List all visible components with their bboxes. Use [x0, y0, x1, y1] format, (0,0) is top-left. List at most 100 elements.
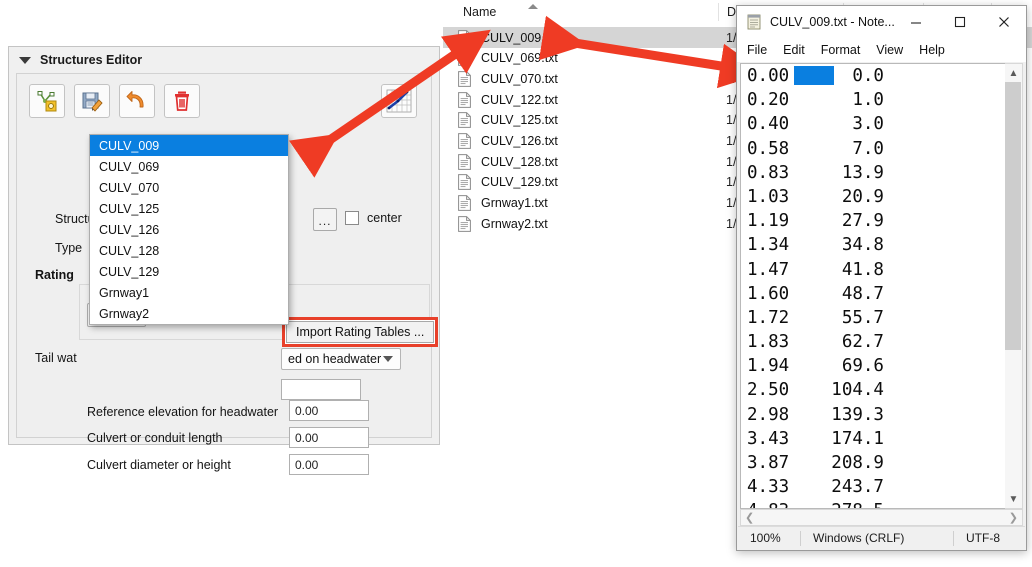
scroll-left-icon[interactable]: ❮ — [745, 511, 754, 524]
structure-network-button[interactable] — [29, 84, 65, 118]
delete-icon — [171, 90, 193, 112]
hidden-field-input[interactable] — [281, 379, 361, 400]
structure-dropdown-list[interactable]: CULV_009CULV_069CULV_070CULV_125CULV_126… — [89, 134, 289, 325]
notepad-text-line: 0.00 0.0 — [741, 64, 1007, 88]
text-file-icon — [458, 112, 471, 128]
minimize-icon — [909, 15, 923, 29]
sort-ascending-icon — [528, 4, 538, 9]
encoding-status[interactable]: UTF-8 — [954, 527, 1000, 549]
notepad-text-line: 1.34 34.8 — [741, 233, 1007, 257]
scroll-right-icon[interactable]: ❯ — [1009, 511, 1018, 524]
notepad-status-bar: 100% Windows (CRLF) UTF-8 — [738, 526, 1025, 549]
line-ending-status[interactable]: Windows (CRLF) — [801, 527, 953, 549]
notepad-menu-file[interactable]: File — [747, 43, 767, 57]
center-checkbox[interactable] — [345, 211, 359, 225]
notepad-titlebar[interactable]: CULV_009.txt - Note... — [737, 6, 1026, 37]
zoom-level[interactable]: 100% — [738, 527, 800, 549]
file-name-label: CULV_009.txt — [481, 31, 558, 45]
notepad-text-area[interactable]: 0.00 0.00.20 1.00.40 3.00.58 7.00.83 13.… — [740, 63, 1007, 509]
file-date-label: 1/ — [726, 217, 736, 231]
file-date-label: 1/ — [726, 175, 736, 189]
tailwater-combo-value: ed on headwater — [288, 352, 381, 366]
notepad-menu-help[interactable]: Help — [919, 43, 945, 57]
notepad-text-line: 0.58 7.0 — [741, 137, 1007, 161]
notepad-horizontal-scrollbar[interactable]: ❮ ❯ — [740, 509, 1023, 526]
delete-button[interactable] — [164, 84, 200, 118]
file-date-label: 1/ — [726, 93, 736, 107]
notepad-text-line: 1.72 55.7 — [741, 306, 1007, 330]
text-file-icon — [458, 154, 471, 170]
save-button[interactable] — [74, 84, 110, 118]
close-button[interactable] — [982, 6, 1026, 37]
notepad-text-line: 2.98 139.3 — [741, 403, 1007, 427]
tailwater-label: Tail wat — [35, 351, 77, 365]
notepad-title-text: CULV_009.txt - Note... — [770, 15, 895, 29]
structure-dropdown-option[interactable]: CULV_128 — [90, 240, 288, 261]
notepad-text-line: 1.19 27.9 — [741, 209, 1007, 233]
notepad-menu-edit[interactable]: Edit — [783, 43, 805, 57]
undo-button[interactable] — [119, 84, 155, 118]
maximize-button[interactable] — [938, 6, 982, 37]
chevron-down-icon — [383, 356, 393, 362]
structure-dropdown-option[interactable]: CULV_009 — [90, 135, 288, 156]
file-date-label: 1/ — [726, 72, 736, 86]
file-date-label: 1/ — [726, 196, 736, 210]
structure-dropdown-option[interactable]: CULV_070 — [90, 177, 288, 198]
center-checkbox-label: center — [367, 211, 402, 225]
file-name-label: CULV_070.txt — [481, 72, 558, 86]
maximize-icon — [953, 15, 967, 29]
notepad-text-line: 1.94 69.6 — [741, 354, 1007, 378]
structure-dropdown-option[interactable]: CULV_126 — [90, 219, 288, 240]
tailwater-combo[interactable]: ed on headwater — [281, 348, 401, 370]
file-name-label: CULV_125.txt — [481, 113, 558, 127]
scroll-down-icon[interactable]: ▼ — [1005, 490, 1022, 508]
notepad-text-line: 4.33 243.7 — [741, 475, 1007, 499]
plot-button[interactable] — [381, 84, 417, 118]
column-divider[interactable] — [718, 3, 719, 21]
screenshot-root: Name Da ified T Si CULV_009.txt1/CULV_06… — [0, 0, 1032, 567]
file-date-label: 1/ — [726, 51, 736, 65]
scrollbar-thumb[interactable] — [1005, 82, 1021, 350]
structure-dropdown-option[interactable]: Grnway1 — [90, 282, 288, 303]
notepad-text-line: 0.20 1.0 — [741, 88, 1007, 112]
notepad-text-line: 0.83 13.9 — [741, 161, 1007, 185]
notepad-menu-view[interactable]: View — [876, 43, 903, 57]
notepad-text-line: 3.43 174.1 — [741, 427, 1007, 451]
structure-dropdown-option[interactable]: CULV_125 — [90, 198, 288, 219]
scroll-up-icon[interactable]: ▲ — [1005, 64, 1022, 82]
notepad-text-line: 1.60 48.7 — [741, 282, 1007, 306]
notepad-text-line: 1.83 62.7 — [741, 330, 1007, 354]
structure-dropdown-option[interactable]: CULV_069 — [90, 156, 288, 177]
structure-network-icon — [36, 90, 58, 112]
notepad-text-line: 4.83 278.5 — [741, 499, 1007, 509]
notepad-vertical-scrollbar[interactable]: ▲ ▼ — [1005, 63, 1023, 509]
text-file-icon — [458, 133, 471, 149]
column-header-name[interactable]: Name — [463, 5, 496, 19]
text-file-icon — [458, 174, 471, 190]
panel-title: Structures Editor — [40, 53, 142, 67]
save-icon — [81, 90, 103, 112]
culvert-diameter-input[interactable]: 0.00 — [289, 454, 369, 475]
notepad-text-line: 0.40 3.0 — [741, 112, 1007, 136]
text-selection-highlight — [794, 66, 834, 85]
notepad-menu-format[interactable]: Format — [821, 43, 861, 57]
center-checkbox-row[interactable]: center — [345, 211, 402, 225]
type-field-label: Type — [55, 241, 82, 255]
file-date-label: 1/ — [726, 155, 736, 169]
minimize-button[interactable] — [894, 6, 938, 37]
text-file-icon — [458, 50, 471, 66]
structure-dropdown-option[interactable]: CULV_129 — [90, 261, 288, 282]
notepad-window: CULV_009.txt - Note... File Edit Format Vie… — [736, 5, 1027, 551]
notepad-text-line: 2.50 104.4 — [741, 378, 1007, 402]
reference-elevation-label: Reference elevation for headwater — [87, 405, 278, 419]
file-date-label: 1/ — [726, 134, 736, 148]
culvert-length-input[interactable]: 0.00 — [289, 427, 369, 448]
text-file-icon — [458, 30, 471, 46]
collapse-triangle-icon[interactable] — [19, 57, 31, 64]
structure-browse-button[interactable]: ... — [313, 208, 337, 231]
import-rating-tables-button[interactable]: Import Rating Tables ... — [286, 321, 434, 343]
structure-dropdown-option[interactable]: Grnway2 — [90, 303, 288, 324]
structures-editor-header[interactable]: Structures Editor — [9, 47, 439, 73]
reference-elevation-input[interactable]: 0.00 — [289, 400, 369, 421]
file-date-label: 1/ — [726, 113, 736, 127]
